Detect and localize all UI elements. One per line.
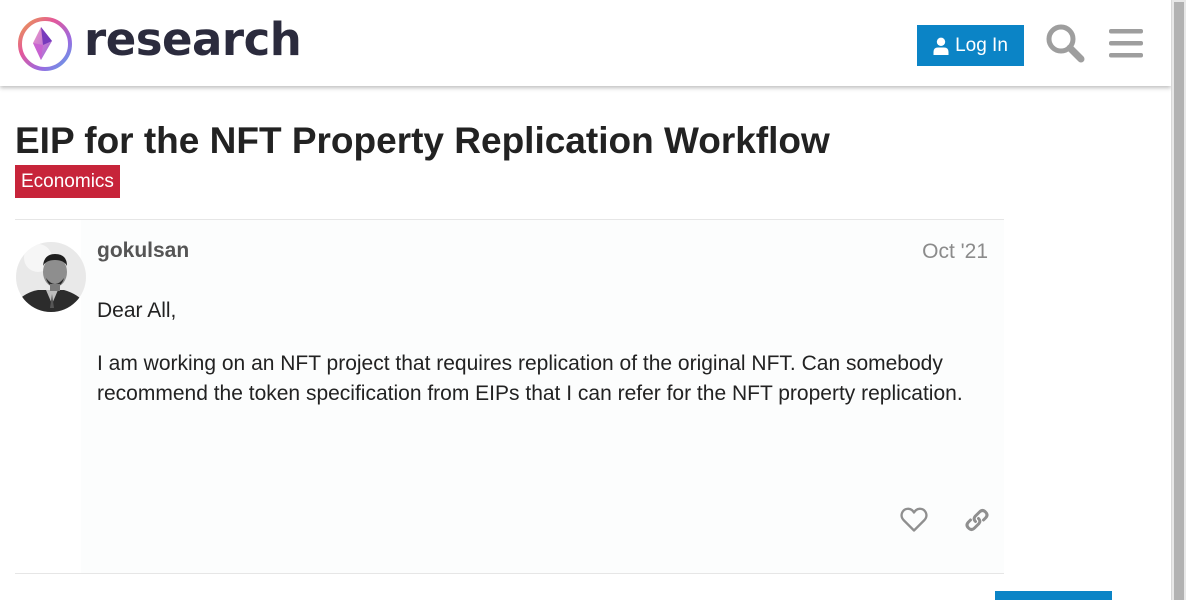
site-name: research: [84, 13, 302, 66]
logo-icon: [18, 17, 72, 71]
scrollbar-thumb[interactable]: [1174, 2, 1184, 600]
post-content: Dear All, I am working on an NFT project…: [97, 296, 997, 432]
link-icon: [965, 509, 989, 531]
avatar[interactable]: [16, 242, 86, 312]
bottom-action-button[interactable]: [995, 591, 1112, 600]
search-icon: [1046, 24, 1085, 63]
post-paragraph: I am working on an NFT project that requ…: [97, 351, 963, 406]
search-button[interactable]: [1044, 22, 1086, 64]
menu-button[interactable]: [1105, 22, 1147, 64]
login-label: Log In: [955, 34, 1008, 56]
hamburger-menu-icon: [1109, 29, 1143, 58]
site-logo[interactable]: research: [16, 13, 302, 73]
divider: [15, 573, 1004, 574]
user-icon: [933, 37, 949, 55]
page: research Log In EIP for the NFT Property…: [0, 0, 1186, 600]
topic-title[interactable]: EIP for the NFT Property Replication Wor…: [15, 118, 830, 164]
site-header: research Log In: [0, 0, 1171, 86]
share-link-button[interactable]: [958, 501, 996, 539]
login-button[interactable]: Log In: [917, 25, 1024, 66]
post-paragraph: Dear All,: [97, 299, 177, 322]
vertical-scrollbar[interactable]: [1171, 0, 1186, 600]
user-avatar-image: [16, 242, 86, 312]
post-author[interactable]: gokulsan: [97, 239, 189, 263]
heart-icon: [900, 507, 928, 532]
like-button[interactable]: [895, 501, 933, 539]
category-badge[interactable]: Economics: [15, 165, 120, 198]
post-date[interactable]: Oct '21: [922, 240, 988, 264]
